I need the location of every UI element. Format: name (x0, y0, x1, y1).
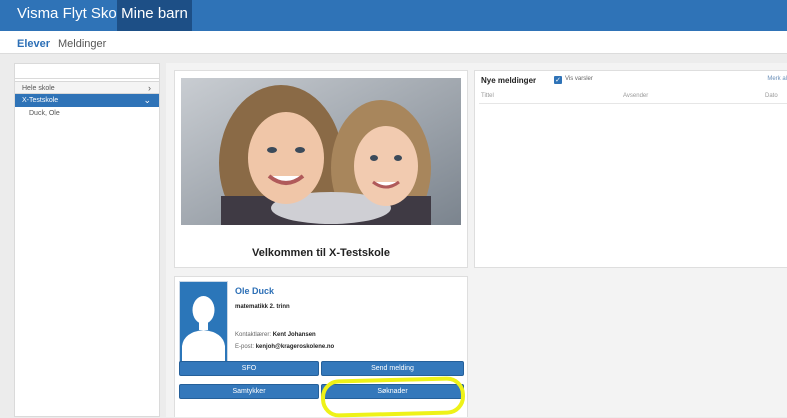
welcome-panel: Velkommen til X-Testskole (174, 70, 468, 268)
contact-email-label: E-post: (235, 344, 255, 350)
column-header-title[interactable]: Tittel (481, 93, 494, 99)
contact-teacher-line: Kontaktlærer: Kent Johansen (235, 332, 316, 338)
student-class: matematikk 2. trinn (235, 304, 290, 310)
send-message-button[interactable]: Send melding (321, 361, 464, 376)
children-photo-image (181, 78, 461, 225)
brand-title[interactable]: Visma Flyt Skole (0, 0, 128, 31)
contact-email[interactable]: kenjoh@krageroskolene.no (256, 344, 335, 350)
column-header-date[interactable]: Dato (765, 93, 778, 99)
messages-panel: Nye meldinger ✓ Vis varsler Merk al Titt… (474, 70, 787, 268)
sidebar-item-label: Hele skole (22, 85, 55, 92)
contact-teacher-name: Kent Johansen (272, 332, 316, 338)
sidebar-item-label: Duck, Ole (29, 110, 60, 117)
show-notices-label: Vis varsler (565, 76, 593, 82)
divider (479, 103, 787, 104)
subnav-meldinger[interactable]: Meldinger (58, 38, 106, 50)
sfo-button[interactable]: SFO (179, 361, 319, 376)
applications-button[interactable]: Søknader (321, 384, 464, 399)
student-name-link[interactable]: Ole Duck (235, 286, 274, 296)
show-notices-checkbox[interactable]: ✓ (554, 76, 562, 84)
nav-tab-mine-barn[interactable]: Mine barn (117, 0, 192, 31)
sidebar-item-hele-skole[interactable]: Hele skole › (15, 81, 159, 94)
contact-email-line: E-post: kenjoh@krageroskolene.no (235, 344, 334, 350)
sidebar-item-x-testskole[interactable]: X-Testskole ⌄ (15, 94, 159, 107)
sidebar: Hele skole › X-Testskole ⌄ Duck, Ole (14, 63, 160, 417)
subnav-elever[interactable]: Elever (17, 38, 50, 50)
top-bar: Visma Flyt Skole Mine barn (0, 0, 787, 31)
student-panel: Ole Duck matematikk 2. trinn Kontaktlære… (174, 276, 468, 417)
user-silhouette-icon (182, 296, 225, 369)
column-header-sender[interactable]: Avsender (623, 93, 648, 99)
sidebar-item-student[interactable]: Duck, Ole (15, 107, 159, 120)
school-photo (181, 78, 461, 225)
sidebar-item-label: X-Testskole (22, 97, 59, 104)
sub-nav: Elever Meldinger (0, 31, 787, 54)
sidebar-header-strip (15, 64, 159, 79)
contact-teacher-label: Kontaktlærer: (235, 332, 272, 338)
mark-all-read-link[interactable]: Merk al (767, 76, 787, 82)
consents-button[interactable]: Samtykker (179, 384, 319, 399)
welcome-title: Velkommen til X-Testskole (252, 247, 390, 259)
avatar (179, 281, 228, 370)
messages-title: Nye meldinger (481, 76, 537, 85)
chevron-down-icon: ⌄ (143, 95, 151, 105)
